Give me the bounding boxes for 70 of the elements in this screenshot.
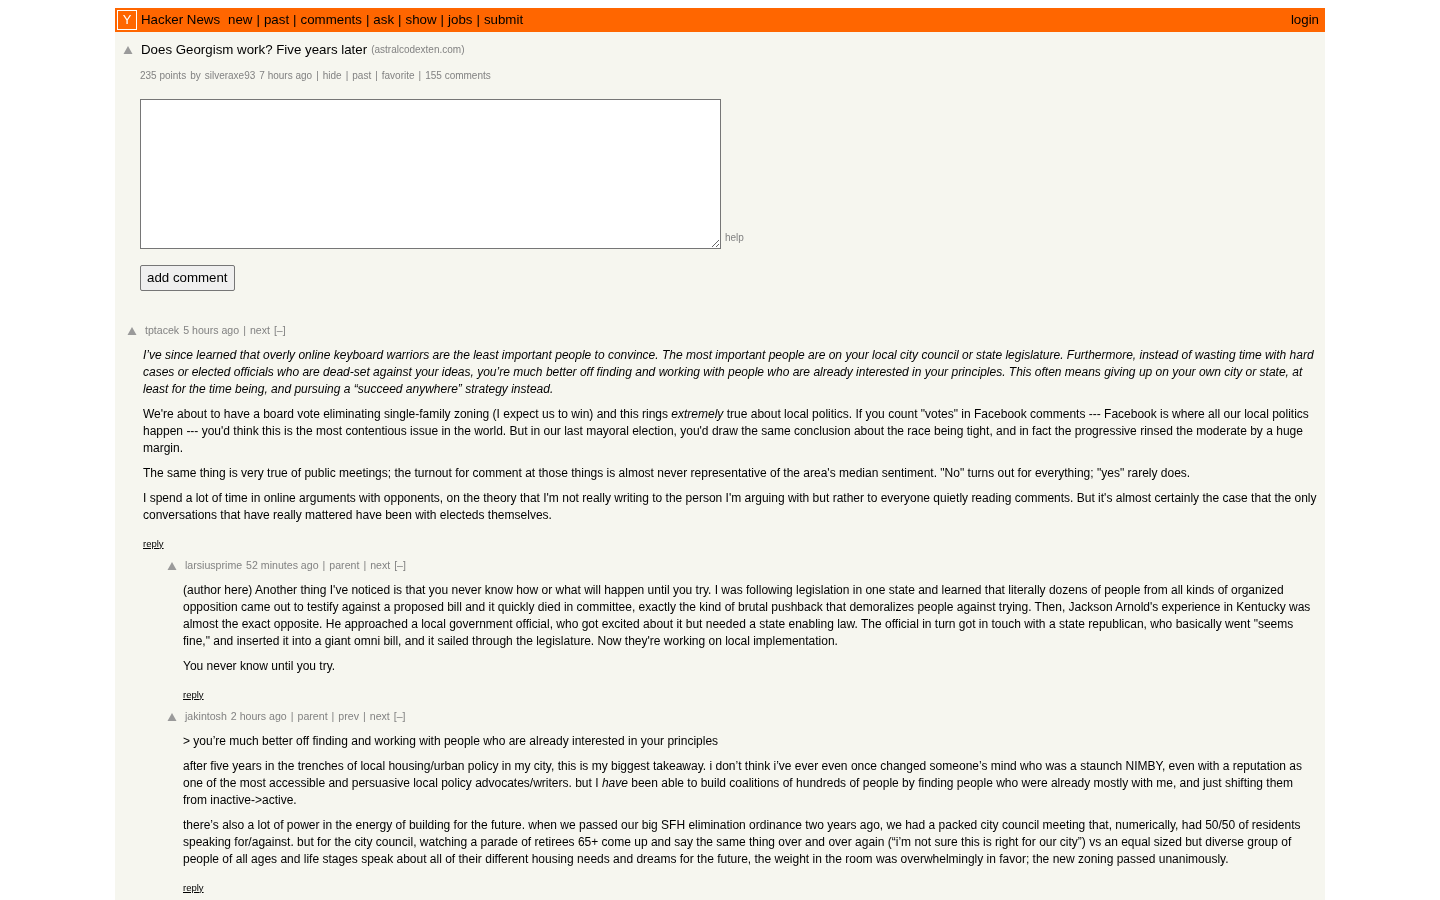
separator: | <box>418 68 422 83</box>
site-name[interactable]: Hacker News <box>141 10 221 30</box>
comment-text: I spend a lot of time in online arguments with opponents, on the theory that I'm not really writing to the person I'm arguing with but rather to everyone quietly reading comments. But it's almost certainly the case that the only conversations that have really mattered have been with electeds themselves. <box>143 489 1317 524</box>
nav-link[interactable]: comments <box>300 10 362 30</box>
separator: | <box>398 11 402 30</box>
help-link[interactable]: help <box>725 229 744 245</box>
comment-text: there’s also a lot of power in the energy of building for the future. when we passed our big SFH elimination ordinance two years ago, we had a packed city council meeting that, numerically, had 50/50 of residents speaking for/against. but for the city council, watching a parade of retirees 65+ come up and say the same thing over and over again (“i’m not sure this is right for our city”) vs an equal sized but diverse group of people of all ages and life stages speak about all of their different housing needs and dreams for the future, the weight in the room was overwhelmingly in favor; the new zoning passed unanimously. <box>183 816 1302 868</box>
story-domain[interactable]: (astralcodexten.com) <box>371 42 465 58</box>
user-link[interactable]: silveraxe93 <box>204 67 256 83</box>
comment-text: The same thing is very true of public meetings; the turnout for comment at those things is almost never representative of the area's median sentiment. "No" turns out for everything; "yes" rarely does. <box>143 464 1192 482</box>
story-action-link[interactable]: 155 comments <box>425 67 491 83</box>
age-link[interactable]: 2 hours ago <box>230 708 287 725</box>
age-link[interactable]: 5 hours ago <box>183 322 240 339</box>
comment-text: You never know until you try. <box>183 657 337 675</box>
separator: | <box>243 322 246 338</box>
byline-label: by <box>190 68 201 83</box>
comment-text: (author here) Another thing I've noticed is that you never know how or what will happen until you try. I was following legislation in one state and learned that literally dozens of people from all kinds of organized opposition came out to testify against a proposed bill and it quickly died in committee, exactly the kind of brutal pushback that demoralizes people against trying. Then, Jackson Arnold's experience in Kentucky was almost the exact opposite. He approached a local government official, who got excited about it but needed a state enabling law. The official in turn got in touch with a state republican, who basically went "seems fine," and inserted it into a giant omni bill, and it sailed through the legislature. Now they're working on local implementation. <box>183 581 1312 650</box>
separator: | <box>365 11 370 30</box>
points-count: 235 points <box>140 68 187 83</box>
separator: | <box>345 68 349 83</box>
age-link[interactable]: 52 minutes ago <box>246 557 319 574</box>
separator: | <box>331 708 335 724</box>
comment-nav-link[interactable]: parent <box>329 557 360 574</box>
upvote-icon[interactable] <box>167 560 177 571</box>
comment-nav-link[interactable]: prev <box>338 708 359 725</box>
story-action-link[interactable]: favorite <box>381 67 415 83</box>
reply-link[interactable]: reply <box>143 537 164 550</box>
separator: | <box>256 11 260 30</box>
upvote-icon[interactable] <box>167 711 177 722</box>
comment-text: > you’re much better off finding and working with people who are already interested in your principles <box>183 732 720 750</box>
nav-link[interactable]: jobs <box>448 10 473 30</box>
separator: | <box>440 11 445 30</box>
age-link[interactable]: 7 hours ago <box>259 67 313 83</box>
comment-nav-link[interactable]: parent <box>297 708 328 725</box>
separator: | <box>290 708 294 724</box>
nav-link[interactable]: new <box>228 10 253 30</box>
story-action-link[interactable]: hide <box>322 67 342 83</box>
separator: | <box>293 11 297 30</box>
separator: | <box>363 557 367 573</box>
login-link[interactable]: login <box>1290 10 1319 30</box>
reply-link[interactable]: reply <box>183 881 204 894</box>
upvote-icon[interactable] <box>127 325 137 336</box>
comment-text: I’ve since learned that overly online keyboard warriors are the least important people to convince. The most important people are on your local city council or state legislature. Furthermore, instead of wasting time with hard cases or elected officials who are dead-set against your ideas, you’re much better off finding and working with people who are already interested in your principles. This often means giving up on your own city or state, at least for the time being, and pursuing a “succeed anywhere” strategy instead. <box>143 346 1315 398</box>
separator: | <box>316 68 319 83</box>
nav-link[interactable]: show <box>405 10 437 30</box>
collapse-toggle[interactable]: [–] <box>393 708 406 725</box>
comment-nav-link[interactable]: next <box>370 557 391 574</box>
upvote-icon[interactable] <box>123 44 133 55</box>
add-comment-button[interactable]: add comment <box>140 264 235 291</box>
collapse-toggle[interactable]: [–] <box>273 322 286 339</box>
separator: | <box>322 557 326 573</box>
story-title[interactable]: Does Georgism work? Five years later <box>141 40 368 60</box>
nav-link[interactable]: ask <box>373 10 395 30</box>
user-link[interactable]: jakintosh <box>185 708 227 725</box>
user-link[interactable]: larsiusprime <box>185 557 243 574</box>
comment-nav-link[interactable]: next <box>369 708 390 725</box>
separator: | <box>362 708 366 724</box>
nav-link[interactable]: submit <box>483 10 524 30</box>
collapse-toggle[interactable]: [–] <box>394 557 406 574</box>
user-link[interactable]: tptacek <box>145 322 180 339</box>
comment-text: We're about to have a board vote eliminating single-family zoning (I expect us to win) and this rings extremely true about local politics. If you count "votes" in Facebook comments --- Facebook is where all our local politics happen --- you'd think this is the most contentious issue in the world. But in our last mayoral election, you'd draw the same conclusion about the race being tight, and in fact the progressive rinsed the moderate by a huge margin. <box>143 405 1310 457</box>
comment-field[interactable] <box>140 98 721 249</box>
comment-nav-link[interactable]: next <box>249 322 270 339</box>
comment-text: after five years in the trenches of local housing/urban policy in my city, this is my biggest takeaway. i don’t think i’ve ever even once changed someone’s mind who was a staunch NIMBY, even with a reputation as one of the most accessible and persuasive local policy advocates/writers. but I have been able to build coalitions of hundreds of people by finding people who were already mostly with me, and just shifting them from inactive->active. <box>183 757 1304 809</box>
separator: | <box>375 68 378 83</box>
site-logo[interactable]: Y <box>117 10 137 30</box>
story-action-link[interactable]: past <box>352 67 372 83</box>
separator: | <box>476 11 480 30</box>
nav-link[interactable]: past <box>263 10 290 30</box>
reply-link[interactable]: reply <box>183 688 204 701</box>
